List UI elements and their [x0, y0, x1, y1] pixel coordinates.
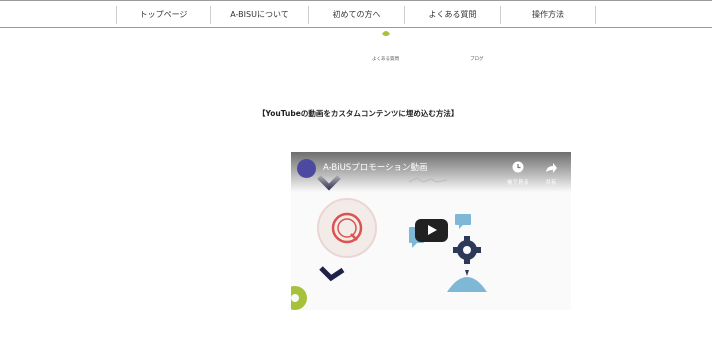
nav-item-first-time[interactable]: 初めての方へ [308, 6, 404, 24]
nav-item-faq[interactable]: よくある質問 [404, 6, 500, 24]
play-button[interactable] [415, 219, 448, 242]
video-title[interactable]: A-BiUSプロモーション動画 [323, 161, 428, 173]
share-button[interactable]: 共有 [536, 158, 566, 186]
share-label: 共有 [545, 180, 557, 186]
watch-later-button[interactable]: 後で見る [503, 158, 533, 186]
speech-bubble-top-icon [455, 214, 471, 225]
blog-icon-label[interactable]: ブログ [470, 56, 484, 62]
person-body-icon [447, 277, 487, 292]
faq-icon-label[interactable]: よくある質問 [372, 56, 399, 62]
top-navigation: トップページ A-BISUについて 初めての方へ よくある質問 操作方法 [0, 0, 712, 28]
navy-chevron-bottom-icon [319, 266, 345, 282]
magnifier-badge-icon [317, 198, 377, 258]
nav-item-top-page[interactable]: トップページ [116, 6, 210, 24]
peek-lime-leaf-icon [382, 31, 390, 36]
nav-item-how-to[interactable]: 操作方法 [500, 6, 596, 24]
play-icon [428, 225, 437, 235]
gear-icon [453, 236, 481, 264]
watch-later-label: 後で見る [506, 180, 529, 186]
channel-avatar[interactable] [297, 159, 316, 178]
clock-icon [512, 161, 524, 173]
youtube-embed[interactable]: A-BiUSプロモーション動画 後で見る 共有 [291, 152, 571, 310]
nav-item-about[interactable]: A-BISUについて [210, 6, 308, 24]
section-title: 【YouTubeの動画をカスタムコンテンツに埋め込む方法】 [258, 109, 459, 118]
share-arrow-icon [546, 163, 557, 173]
